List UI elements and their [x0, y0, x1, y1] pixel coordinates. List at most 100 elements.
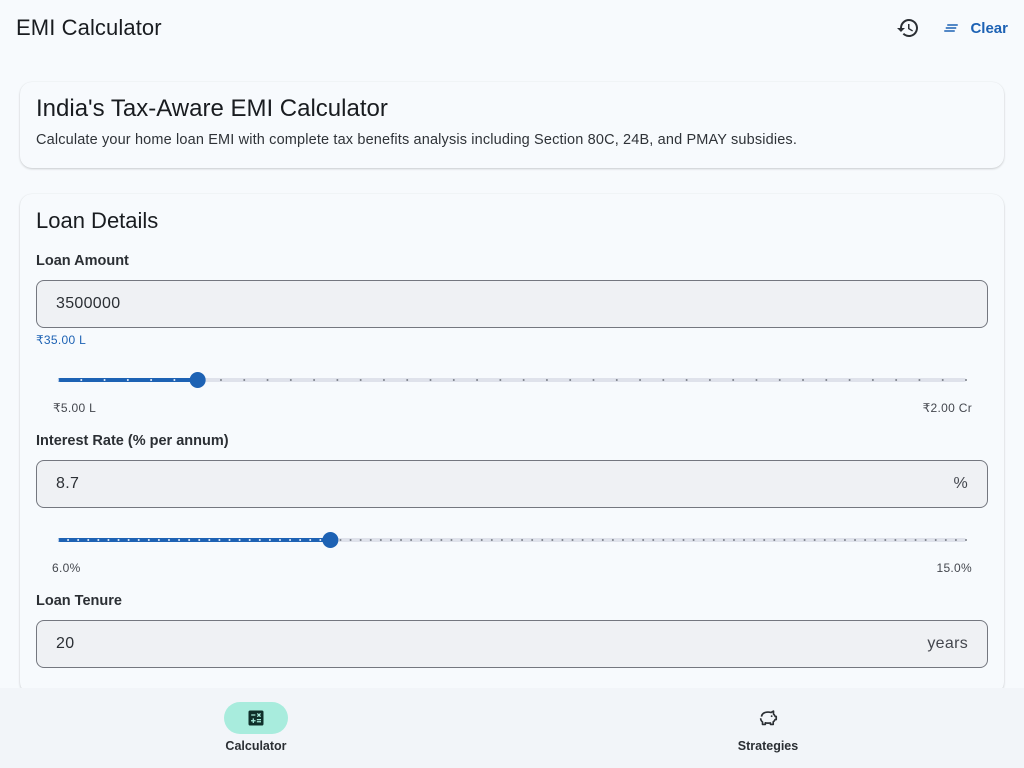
- interest-rate-slider-tick: [783, 539, 786, 541]
- loan-amount-slider-tick: [778, 379, 781, 381]
- loan-amount-slider-tick: [755, 379, 758, 381]
- interest-rate-slider-tick: [198, 539, 201, 541]
- interest-rate-slider-tick: [490, 539, 493, 541]
- loan-amount-slider-tick: [685, 379, 688, 381]
- interest-rate-slider-tick: [884, 539, 887, 541]
- interest-rate-slider-tick: [309, 539, 312, 541]
- loan-amount-helper: ₹35.00 L: [36, 333, 87, 347]
- interest-rate-slider-tick: [480, 539, 483, 541]
- interest-rate-input[interactable]: 8.7 %: [36, 460, 988, 508]
- loan-amount-slider[interactable]: [56, 370, 968, 390]
- history-button[interactable]: [894, 14, 922, 42]
- interest-rate-slider-tick: [914, 539, 917, 541]
- interest-rate-slider-tick: [359, 539, 362, 541]
- loan-amount-slider-tick: [243, 379, 246, 381]
- loan-amount-slider-tick: [219, 379, 222, 381]
- loan-amount-slider-tick: [266, 379, 269, 381]
- interest-rate-slider-tick: [57, 539, 59, 541]
- interest-rate-slider-tick: [389, 539, 392, 541]
- interest-rate-slider-tick: [470, 539, 473, 541]
- interest-rate-slider-tick: [632, 539, 635, 541]
- loan-amount-slider-tick: [452, 379, 455, 381]
- interest-rate-slider-tick: [440, 539, 443, 541]
- nav-item-calculator[interactable]: Calculator: [0, 688, 512, 768]
- loan-amount-value: 3500000: [56, 295, 121, 312]
- nav-label-strategies: Strategies: [737, 739, 799, 753]
- clear-all-icon: [944, 24, 959, 32]
- loan-amount-slider-graphic: [57, 372, 967, 388]
- interest-rate-slider-tick: [157, 539, 160, 541]
- loan-amount-slider-tick: [429, 379, 432, 381]
- loan-amount-input[interactable]: 3500000: [36, 280, 988, 328]
- interest-rate-slider-tick: [188, 539, 191, 541]
- interest-rate-slider-tick: [339, 539, 342, 541]
- loan-amount-slider-tick: [848, 379, 851, 381]
- interest-rate-slider-tick: [167, 539, 170, 541]
- interest-rate-slider-tick: [722, 539, 725, 541]
- interest-rate-slider-tick: [379, 539, 382, 541]
- intro-description: Calculate your home loan EMI with comple…: [36, 132, 797, 148]
- intro-card: India's Tax-Aware EMI Calculator Calcula…: [20, 82, 1004, 168]
- loan-amount-slider-tick: [382, 379, 385, 381]
- interest-rate-slider-tick: [763, 539, 766, 541]
- clear-button[interactable]: Clear: [942, 19, 1008, 37]
- interest-rate-slider-tick: [97, 539, 100, 541]
- interest-rate-slider-thumb: [322, 532, 339, 548]
- interest-rate-slider-tick: [258, 539, 261, 541]
- interest-rate-label: Interest Rate (% per annum): [36, 433, 229, 449]
- interest-rate-slider-tick: [924, 539, 927, 541]
- nav-item-strategies[interactable]: Strategies: [512, 688, 1024, 768]
- interest-rate-slider-tick: [460, 539, 463, 541]
- interest-rate-slider-tick: [581, 539, 584, 541]
- loan-amount-slider-tick: [708, 379, 711, 381]
- loan-amount-slider-tick: [592, 379, 595, 381]
- interest-rate-slider-tick: [894, 539, 897, 541]
- interest-rate-slider-tick: [793, 539, 796, 541]
- interest-rate-slider-tick: [531, 539, 534, 541]
- interest-rate-slider-tick: [278, 539, 281, 541]
- interest-rate-slider-tick: [228, 539, 231, 541]
- interest-rate-slider-tick: [369, 539, 372, 541]
- interest-rate-slider-tick: [702, 539, 705, 541]
- interest-rate-slider-graphic: [57, 532, 967, 548]
- interest-rate-slider-track-inactive: [330, 538, 966, 542]
- interest-rate-slider-tick: [521, 539, 524, 541]
- interest-rate-slider-tick: [823, 539, 826, 541]
- app-bar-actions: Clear: [894, 14, 1008, 42]
- interest-rate-slider-tick: [147, 539, 150, 541]
- interest-rate-slider-tick: [541, 539, 544, 541]
- history-icon: [897, 19, 919, 37]
- interest-rate-slider[interactable]: [56, 530, 968, 550]
- interest-rate-slider-tick: [178, 539, 181, 541]
- interest-rate-slider-tick: [843, 539, 846, 541]
- interest-rate-slider-tick: [712, 539, 715, 541]
- interest-rate-slider-tick: [430, 539, 433, 541]
- intro-title: India's Tax-Aware EMI Calculator: [36, 95, 388, 122]
- app-title: EMI Calculator: [16, 15, 162, 40]
- loan-amount-slider-track-inactive: [197, 378, 967, 382]
- interest-rate-slider-tick: [874, 539, 877, 541]
- loan-amount-slider-tick: [499, 379, 502, 381]
- interest-rate-slider-tick: [238, 539, 241, 541]
- nav-pill-strategies: [736, 702, 800, 734]
- clear-label: Clear: [970, 19, 1008, 37]
- loan-amount-slider-tick: [57, 379, 59, 381]
- interest-rate-slider-tick: [601, 539, 604, 541]
- interest-rate-slider-tick: [571, 539, 574, 541]
- interest-rate-slider-tick: [642, 539, 645, 541]
- interest-rate-slider-tick: [268, 539, 271, 541]
- loan-amount-slider-tick: [80, 379, 83, 381]
- interest-rate-slider-tick: [218, 539, 221, 541]
- interest-rate-slider-tick: [611, 539, 614, 541]
- loan-amount-slider-tick: [802, 379, 805, 381]
- loan-tenure-input[interactable]: 20 years: [36, 620, 988, 668]
- interest-rate-slider-tick: [773, 539, 776, 541]
- loan-amount-slider-tick: [289, 379, 292, 381]
- interest-rate-slider-tick: [450, 539, 453, 541]
- interest-rate-slider-tick: [965, 539, 967, 541]
- interest-rate-slider-tick: [813, 539, 816, 541]
- interest-rate-slider-tick: [854, 539, 857, 541]
- interest-rate-value: 8.7: [56, 475, 80, 492]
- interest-rate-slider-tick: [591, 539, 594, 541]
- loan-amount-slider-tick: [732, 379, 735, 381]
